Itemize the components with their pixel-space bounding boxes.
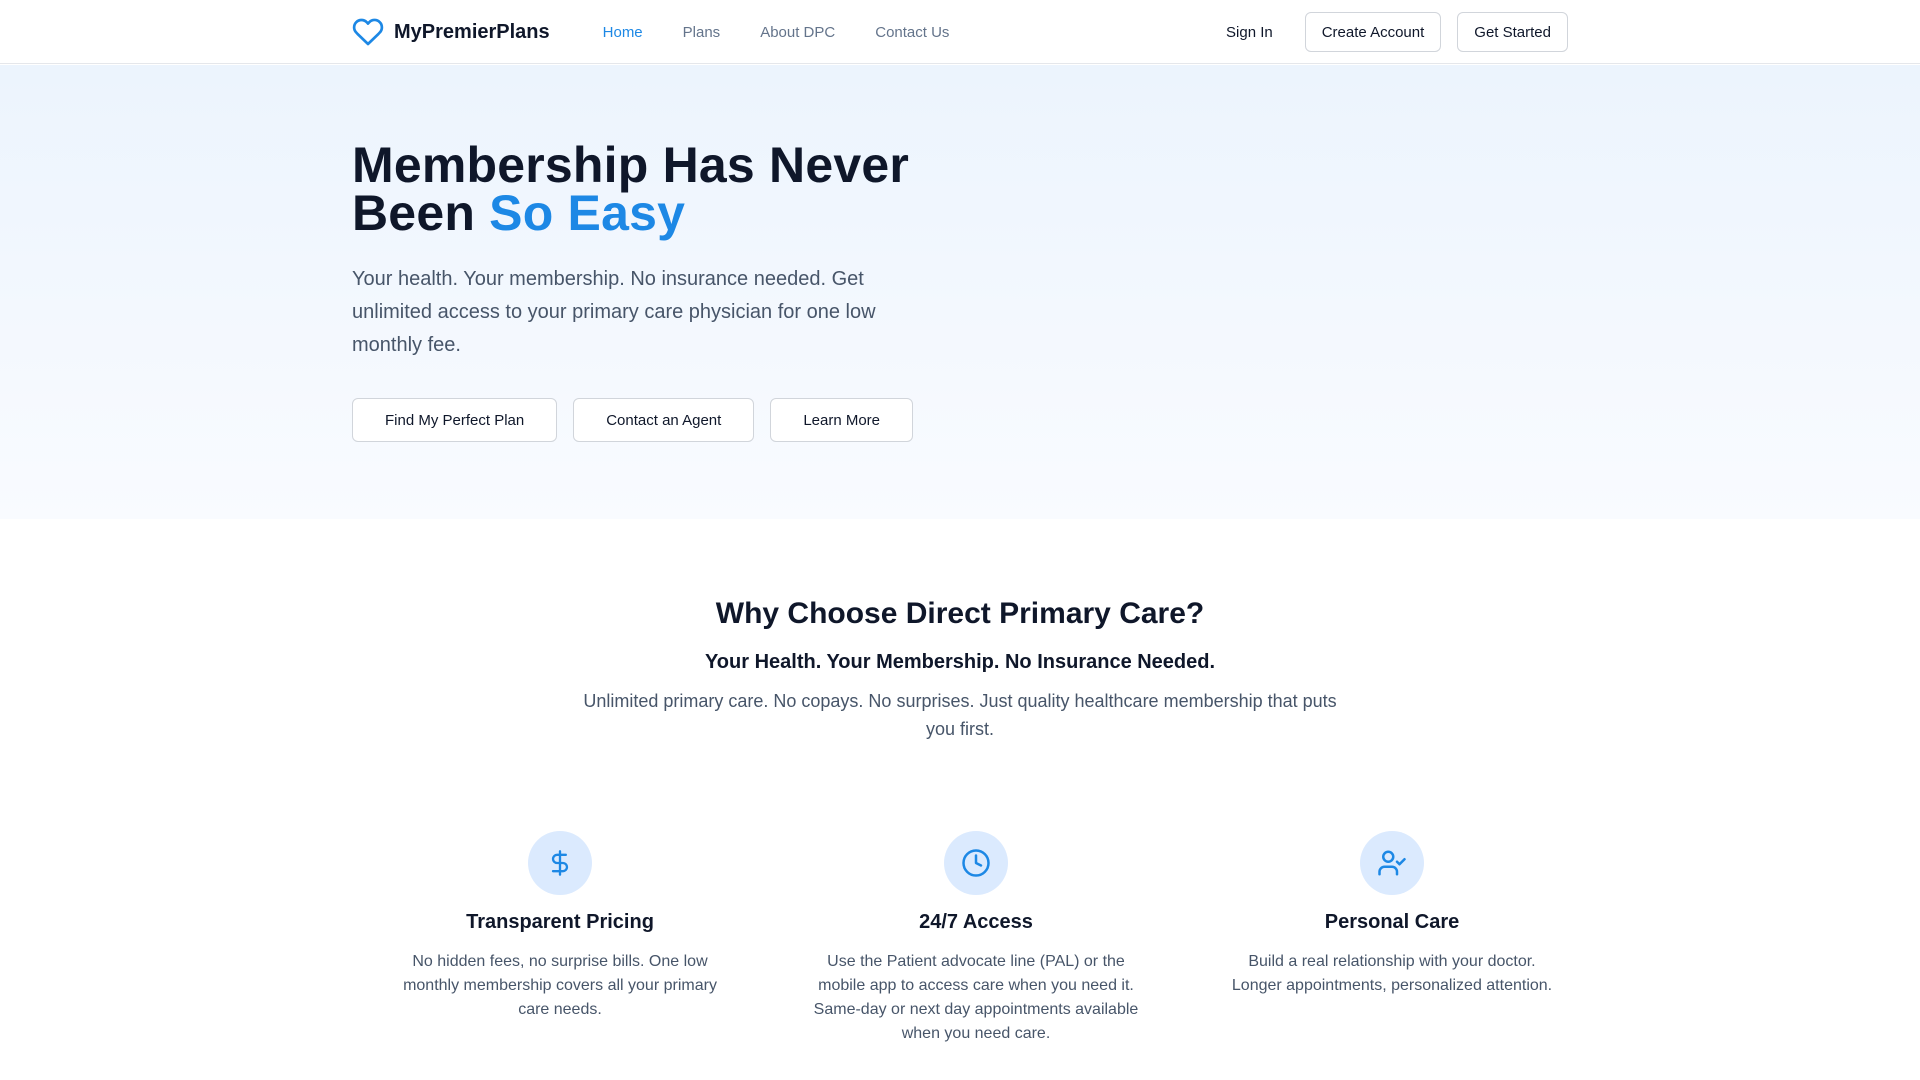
feature-text: Build a real relationship with your doct… <box>1231 953 1553 994</box>
learn-more-button[interactable]: Learn More <box>770 398 914 442</box>
feature-card: Personal Care Build a real relationship … <box>1184 831 1600 1046</box>
dollar-icon <box>528 831 592 895</box>
contact-agent-button[interactable]: Contact an Agent <box>573 398 755 442</box>
feature-text: Use the Patient advocate line (PAL) or t… <box>813 953 1139 1042</box>
hero-title-accent: So Easy <box>489 185 686 241</box>
hero-section: Membership Has Never Been So Easy Your h… <box>0 65 1920 519</box>
heart-icon <box>352 16 384 48</box>
header-actions: Sign In Create Account Get Started <box>1210 12 1568 52</box>
user-check-icon <box>1360 831 1424 895</box>
get-started-button[interactable]: Get Started <box>1457 12 1568 52</box>
why-title: Why Choose Direct Primary Care? <box>715 597 1205 630</box>
nav-plans[interactable]: Plans <box>683 24 721 41</box>
header-inner: MyPremierPlans Home Plans About DPC Cont… <box>352 0 1568 64</box>
hero-title: Membership Has Never Been So Easy <box>352 140 972 238</box>
nav-about-dpc[interactable]: About DPC <box>760 24 835 41</box>
why-subtitle: Your Health. Your Membership. No Insuran… <box>704 651 1216 673</box>
sign-in-link[interactable]: Sign In <box>1210 24 1289 41</box>
feature-title: Personal Care <box>1324 911 1460 933</box>
feature-title: Transparent Pricing <box>466 911 654 933</box>
create-account-button[interactable]: Create Account <box>1304 12 1442 52</box>
feature-card: 24/7 Access Use the Patient advocate lin… <box>768 831 1184 1046</box>
brand-name: MyPremierPlans <box>394 20 550 43</box>
feature-text: No hidden fees, no surprise bills. One l… <box>403 953 717 1018</box>
why-description: Unlimited primary care. No copays. No su… <box>583 691 1337 739</box>
nav-contact-us[interactable]: Contact Us <box>875 24 949 41</box>
nav-home[interactable]: Home <box>603 24 643 41</box>
find-plan-button[interactable]: Find My Perfect Plan <box>352 398 558 442</box>
why-header: Why Choose Direct Primary Care? Your Hea… <box>560 597 1360 743</box>
hero-buttons: Find My Perfect Plan Contact an Agent Le… <box>352 398 972 442</box>
hero-title-line2: Been <box>352 185 490 241</box>
feature-title: 24/7 Access <box>919 911 1033 933</box>
hero-content: Membership Has Never Been So Easy Your h… <box>352 140 972 442</box>
why-section: Why Choose Direct Primary Care? Your Hea… <box>0 519 1920 1080</box>
site-header: MyPremierPlans Home Plans About DPC Cont… <box>0 0 1920 64</box>
features-grid: Transparent Pricing No hidden fees, no s… <box>352 831 1600 1046</box>
clock-icon <box>944 831 1008 895</box>
main-nav: Home Plans About DPC Contact Us <box>603 24 950 41</box>
hero-subtitle: Your health. Your membership. No insuran… <box>352 268 876 356</box>
feature-card: Transparent Pricing No hidden fees, no s… <box>352 831 768 1046</box>
brand-logo-link[interactable]: MyPremierPlans <box>352 16 550 48</box>
